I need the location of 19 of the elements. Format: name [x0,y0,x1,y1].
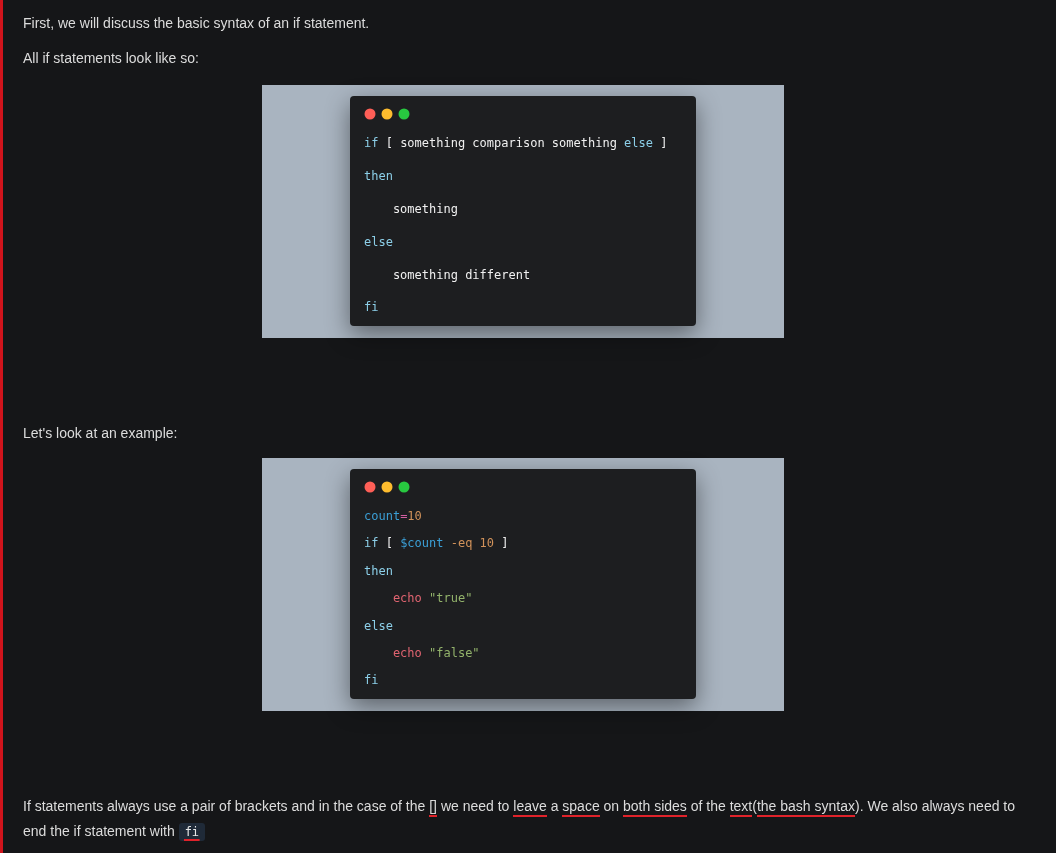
code-line: fi [364,300,379,316]
code-line: echo "false" [391,645,480,662]
code-line: else [364,234,393,251]
window-buttons-icon [364,481,410,493]
code-line: else [364,618,393,635]
code-line: something [391,201,458,218]
code-line: echo "true" [391,591,473,607]
code-line: then [364,563,393,580]
code-line: if [ something comparison something else ] [364,136,668,152]
code-line: if [ $count -eq 10 ] [364,536,509,552]
paragraph: If statements always use a pair of brackets and in the case of the [] we need to leave a space on both sides of the text(the bash syntax). We also always need to end the if statement with fi [23,797,1017,843]
code-line: fi [364,673,379,689]
paragraph: All if statements look like so: [23,49,200,68]
code-line: then [364,168,393,185]
code-line: something different [391,267,531,284]
paragraph: First, we will discuss the basic syntax of an if statement. [23,14,371,33]
window-buttons-icon [364,108,410,120]
code-line: count=10 [364,509,422,525]
paragraph: Let's look at an example: [23,424,179,443]
